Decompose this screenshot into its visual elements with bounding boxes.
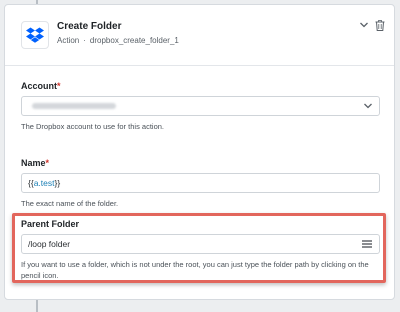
header-divider: [5, 65, 394, 66]
parent-folder-highlight-box: [12, 213, 386, 283]
step-subtitle: Action · dropbox_create_folder_1: [57, 36, 179, 45]
step-title: Create Folder: [57, 21, 122, 32]
flow-connector-bottom: [36, 300, 38, 312]
required-mark: *: [57, 81, 61, 91]
step-instance-name: dropbox_create_folder_1: [89, 36, 179, 45]
chevron-down-icon[interactable]: [363, 101, 373, 111]
name-value-suffix: }}: [54, 178, 61, 188]
name-help-text: The exact name of the folder.: [21, 199, 119, 208]
separator: ·: [83, 36, 86, 45]
account-help-text: The Dropbox account to use for this acti…: [21, 122, 164, 131]
header-actions: [358, 19, 386, 31]
step-header: Create Folder Action · dropbox_create_fold…: [21, 19, 386, 55]
name-field: Name* {{a.test}} The exact name of the f…: [21, 158, 380, 209]
dropbox-icon: [21, 21, 49, 49]
account-select[interactable]: [21, 96, 380, 116]
account-field: Account* The Dropbox account to use for …: [21, 81, 380, 132]
name-input[interactable]: {{a.test}}: [21, 173, 380, 193]
trash-icon[interactable]: [374, 19, 386, 31]
chevron-down-icon[interactable]: [358, 19, 370, 31]
required-mark: *: [45, 158, 50, 168]
name-label: Name*: [21, 158, 50, 168]
step-type: Action: [57, 36, 80, 45]
account-label: Account*: [21, 81, 61, 91]
name-variable-token[interactable]: a.test: [34, 178, 55, 188]
account-redacted-value: [32, 103, 116, 109]
